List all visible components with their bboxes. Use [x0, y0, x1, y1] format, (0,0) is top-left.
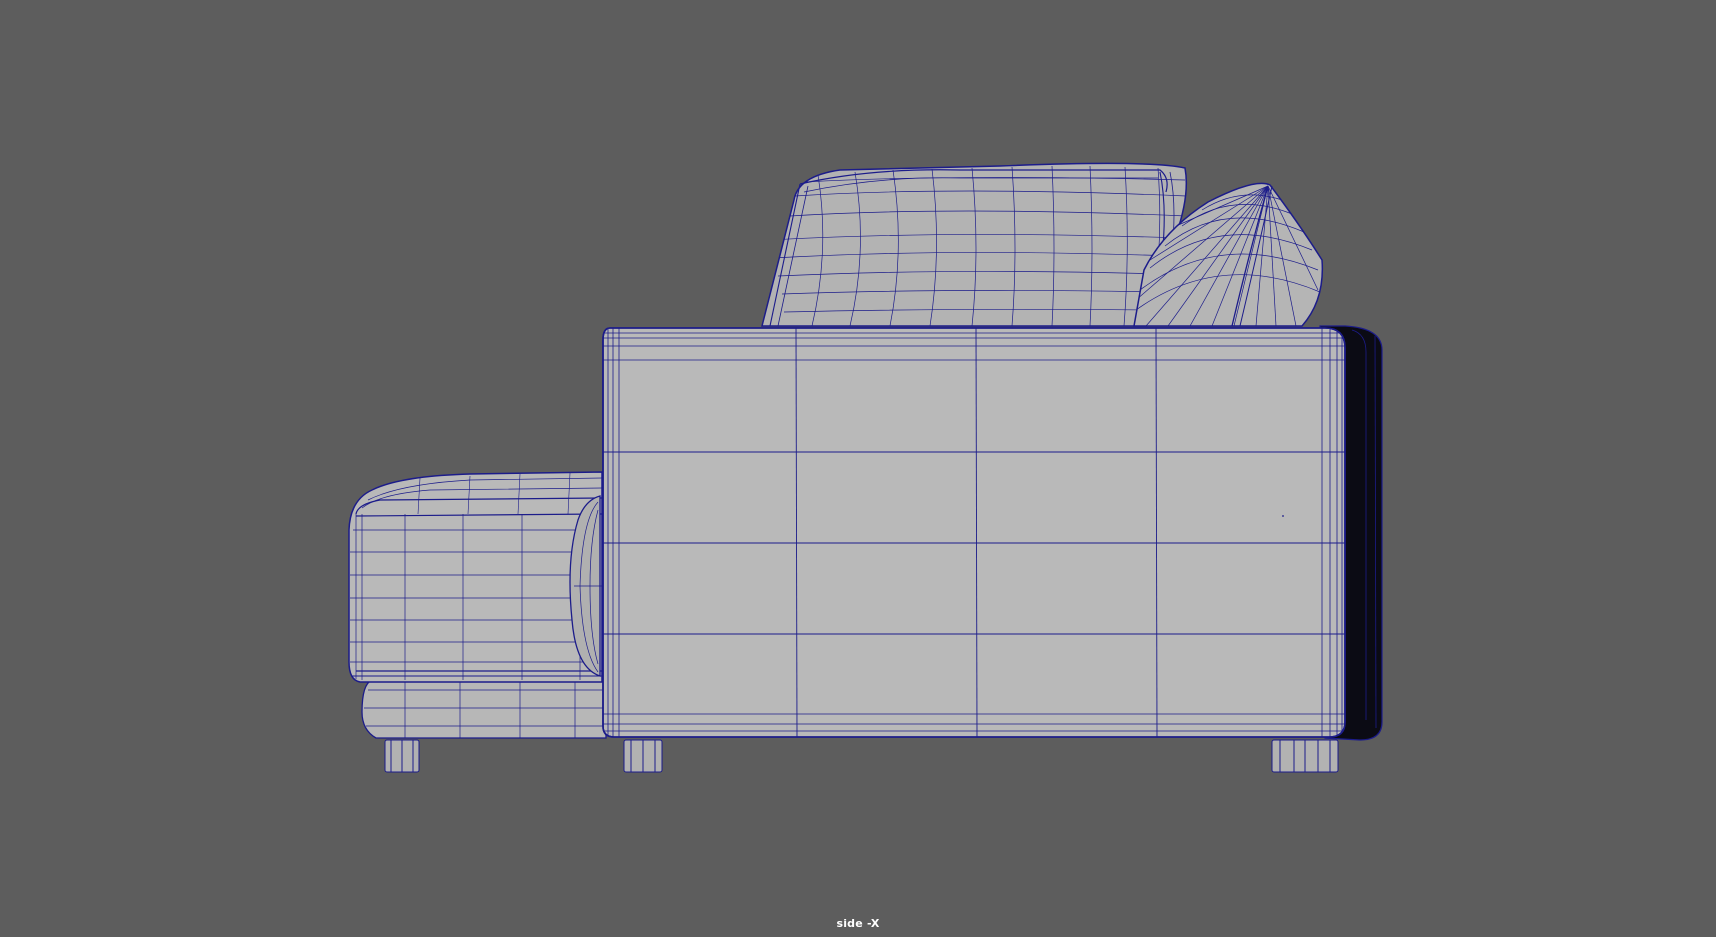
camera-name-label: side -X	[836, 917, 880, 930]
chaise-base	[361, 679, 607, 739]
back-pillow	[761, 162, 1188, 327]
sofa-arm-panel	[602, 327, 1346, 738]
seat-cushion	[348, 471, 603, 683]
viewport-panel[interactable]: side -X	[0, 0, 1716, 937]
sofa-legs	[384, 739, 1339, 773]
sofa-model-side-view[interactable]	[0, 0, 1716, 937]
